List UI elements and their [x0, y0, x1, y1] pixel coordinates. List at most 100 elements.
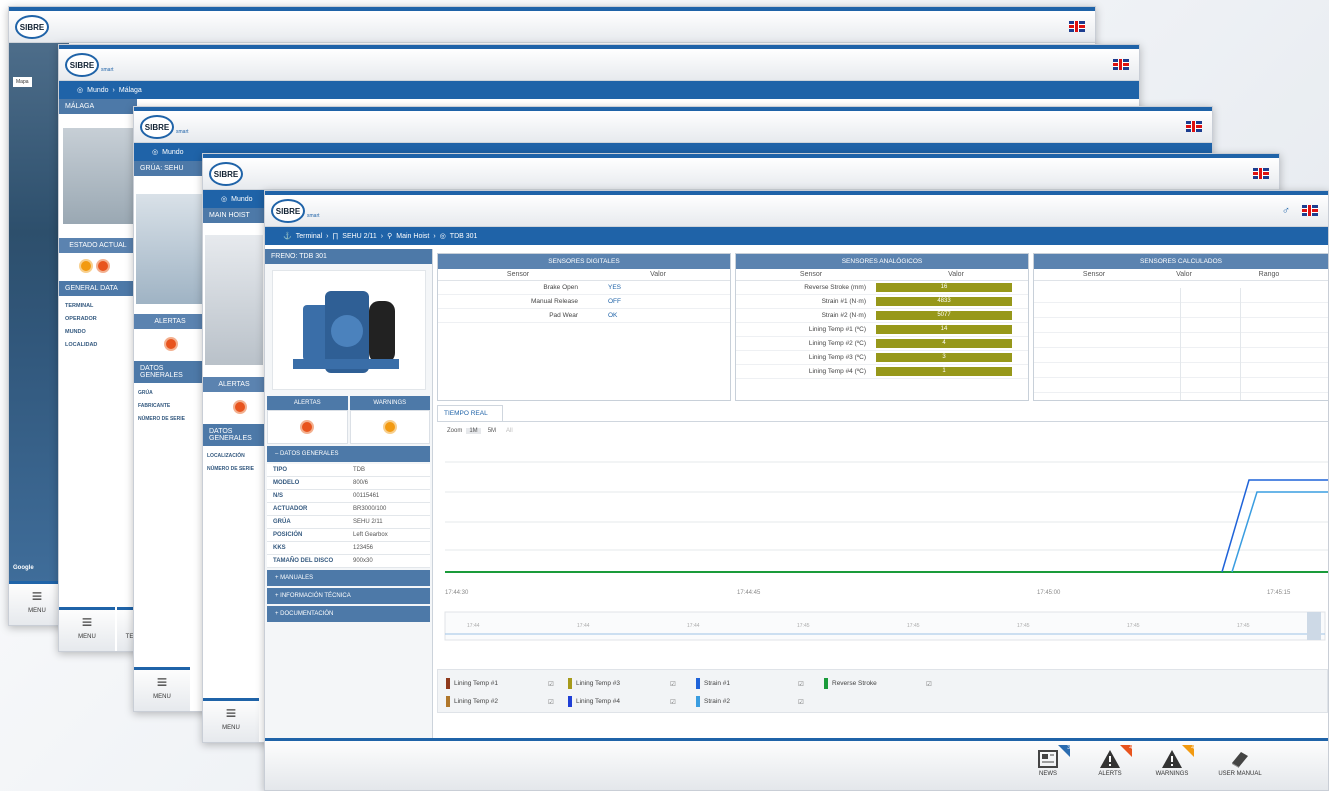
logo: SIBRE [209, 162, 243, 186]
legend-swatch [696, 678, 700, 689]
globe-icon: ◎ [221, 196, 228, 203]
uk-flag-icon[interactable] [1302, 205, 1318, 216]
legend-checkbox[interactable]: ☑ [670, 680, 676, 688]
navigator-tick: 17:45 [1127, 623, 1140, 629]
alert-indicators [265, 410, 432, 444]
legend-checkbox[interactable]: ☑ [548, 698, 554, 706]
legend-item[interactable]: Lining Temp #4 ☑ [568, 696, 676, 707]
general-key: KKS [273, 545, 286, 551]
breadcrumb-item[interactable]: Mundo [162, 149, 183, 156]
uk-flag-icon[interactable] [1113, 59, 1129, 70]
top-bar: SIBRE smart ♂ [265, 191, 1328, 227]
alerts-button[interactable]: 4 ALERTS [1082, 745, 1138, 789]
legend-checkbox[interactable]: ☑ [798, 680, 804, 688]
general-value: 00115461 [353, 493, 380, 499]
legend-item[interactable]: Lining Temp #2 ☑ [446, 696, 554, 707]
legend-item[interactable]: Strain #2 ☑ [696, 696, 804, 707]
menu-icon: ≡ [156, 672, 168, 692]
column-headers: Sensor Valor [438, 269, 730, 281]
general-key: TIPO [273, 467, 288, 473]
user-manual-button[interactable]: USER MANUAL [1212, 745, 1268, 789]
breadcrumb-item[interactable]: SEHU 2/11 [342, 233, 377, 240]
legend-checkbox[interactable]: ☑ [548, 680, 554, 688]
column-headers: Sensor Valor Rango [1034, 269, 1328, 281]
table-title: SENSORES CALCULADOS [1034, 254, 1328, 269]
top-bar: SIBRE [203, 154, 1279, 190]
manuals-accordion[interactable]: + MANUALES [267, 570, 430, 586]
legend-item[interactable]: Lining Temp #3 ☑ [568, 678, 676, 689]
legend-checkbox[interactable]: ☑ [670, 698, 676, 706]
table-title: SENSORES DIGITALES [438, 254, 730, 269]
legend-label: Lining Temp #1 [454, 680, 498, 687]
navigator-tick: 17:45 [1237, 623, 1250, 629]
realtime-chart[interactable]: Zoom 1M 5M All 17:44:30 17:44:45 17:45:00 1… [437, 421, 1328, 665]
tech-info-accordion[interactable]: + INFORMACIÓN TÉCNICA [267, 588, 430, 604]
table-row: Reverse Stroke (mm) 16 [736, 281, 1028, 295]
uk-flag-icon[interactable] [1186, 121, 1202, 132]
legend-label: Lining Temp #3 [576, 680, 620, 687]
sensor-name: Lining Temp #2 (ºC) [808, 340, 866, 347]
breadcrumb-item[interactable]: Main Hoist [396, 233, 429, 240]
legend-item[interactable]: Lining Temp #1 ☑ [446, 678, 554, 689]
general-row: TIPO TDB [267, 464, 430, 477]
globe-icon: ◎ [77, 87, 84, 94]
alert-tabs: ALERTAS WARNINGS [265, 396, 432, 410]
breadcrumb-item[interactable]: Málaga [119, 87, 142, 94]
warnings-tab[interactable]: WARNINGS [349, 396, 430, 410]
alerts-header: ALERTAS [134, 314, 206, 329]
digital-rows: Brake Open YES Manual Release OFF Pad Wear OK [438, 281, 730, 323]
map-tabs[interactable]: Mapa [13, 77, 32, 87]
navigator-handle[interactable] [1307, 612, 1321, 640]
general-key: POSICIÓN [273, 532, 303, 538]
book-icon [1232, 752, 1248, 768]
menu-button[interactable]: ≡ MENU [134, 667, 190, 711]
breadcrumb-item[interactable]: TDB 301 [450, 233, 478, 240]
news-button[interactable]: 3 NEWS [1020, 745, 1076, 789]
sensor-value-bar: 3 [876, 353, 1012, 362]
brake-icon: ◎ [439, 233, 446, 240]
general-accordion[interactable]: – DATOS GENERALES [267, 446, 430, 462]
general-row: TAMAÑO DEL DISCO 900x30 [267, 555, 430, 568]
legend-checkbox[interactable]: ☑ [926, 680, 932, 688]
breadcrumb-item[interactable]: Terminal [296, 233, 322, 240]
bottom-toolbar: 3 NEWS 4 ALERTS 4 WARNINGS USER MANUAL [265, 738, 1328, 790]
legend-checkbox[interactable]: ☑ [798, 698, 804, 706]
legend-label: Strain #2 [704, 698, 731, 705]
general-value: 900x30 [353, 558, 373, 564]
table-row: Pad Wear OK [438, 309, 730, 323]
hoist-image [205, 235, 263, 365]
alerts-tab[interactable]: ALERTAS [267, 396, 348, 410]
panel-title: MAIN HOIST [203, 208, 265, 223]
warnings-button[interactable]: 4 WARNINGS [1144, 745, 1200, 789]
legend-label: Reverse Stroke [832, 680, 877, 687]
menu-button[interactable]: ≡ MENU [203, 698, 259, 742]
documentation-accordion[interactable]: + DOCUMENTACIÓN [267, 606, 430, 622]
uk-flag-icon[interactable] [1253, 168, 1269, 179]
legend-item[interactable]: Strain #1 ☑ [696, 678, 804, 689]
tab-tiempo-real[interactable]: TIEMPO REAL [437, 405, 503, 421]
logo-sub: smart [307, 213, 320, 219]
breadcrumb-item[interactable]: Mundo [87, 87, 108, 94]
top-bar: SIBRE smart [134, 107, 1212, 143]
crane-image [136, 194, 206, 304]
legend-item[interactable]: Reverse Stroke ☑ [824, 678, 932, 689]
warnings-indicator[interactable] [349, 410, 430, 444]
top-bar: SIBRE smart [59, 45, 1139, 81]
table-row: Brake Open YES [438, 281, 730, 295]
breadcrumb-item[interactable]: Mundo [231, 196, 252, 203]
menu-button[interactable]: ≡ MENU [59, 607, 115, 651]
zoom-1m-button[interactable]: 1M [466, 428, 481, 434]
alerts-indicator[interactable] [267, 410, 348, 444]
zoom-5m-button[interactable]: 5M [485, 428, 499, 434]
breadcrumb: ◎ Mundo › Málaga [59, 81, 1139, 99]
alerts-badge: 4 [1120, 745, 1132, 757]
user-icon[interactable]: ♂ [1282, 205, 1290, 217]
x-tick-label: 17:44:45 [737, 590, 761, 596]
uk-flag-icon[interactable] [1069, 21, 1085, 32]
panel-title: GRÚA: SEHU [134, 161, 206, 176]
zoom-all-button[interactable]: All [503, 428, 516, 434]
sensor-name: Lining Temp #3 (ºC) [808, 354, 866, 361]
globe-icon: ◎ [152, 149, 159, 156]
status-header: ESTADO ACTUAL [59, 238, 137, 253]
menu-button[interactable]: ≡ MENU [9, 581, 65, 625]
